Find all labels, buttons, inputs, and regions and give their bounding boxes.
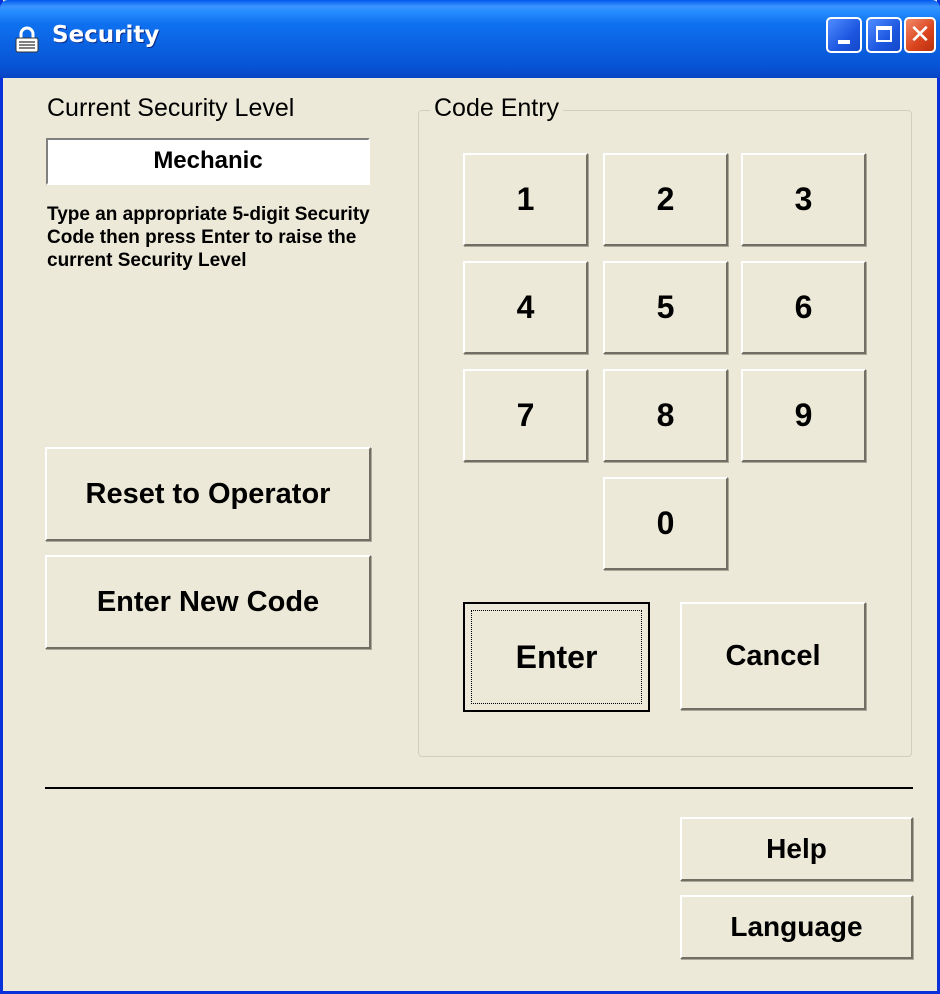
- title-bar[interactable]: Security ✕: [0, 0, 940, 78]
- key-1-button[interactable]: 1: [463, 153, 588, 246]
- focus-rectangle: [471, 610, 642, 704]
- key-5-button[interactable]: 5: [603, 261, 728, 354]
- close-button[interactable]: ✕: [904, 17, 936, 53]
- security-level-value: Mechanic: [46, 138, 370, 185]
- key-4-button[interactable]: 4: [463, 261, 588, 354]
- current-security-level-label: Current Security Level: [47, 94, 295, 122]
- key-8-button[interactable]: 8: [603, 369, 728, 462]
- maximize-icon: [876, 26, 892, 42]
- enter-button[interactable]: Enter: [463, 602, 650, 712]
- key-6-button[interactable]: 6: [741, 261, 866, 354]
- help-button[interactable]: Help: [680, 817, 913, 881]
- lock-icon: [15, 26, 39, 53]
- divider-line: [45, 787, 913, 789]
- cancel-button[interactable]: Cancel: [680, 602, 866, 710]
- window-title: Security: [52, 22, 160, 48]
- key-0-button[interactable]: 0: [603, 477, 728, 570]
- enter-new-code-button[interactable]: Enter New Code: [45, 555, 371, 649]
- minimize-icon: [838, 40, 850, 44]
- key-3-button[interactable]: 3: [741, 153, 866, 246]
- maximize-button[interactable]: [866, 17, 902, 53]
- code-entry-title: Code Entry: [430, 94, 564, 123]
- language-button[interactable]: Language: [680, 895, 913, 959]
- key-9-button[interactable]: 9: [741, 369, 866, 462]
- close-icon: ✕: [909, 20, 931, 50]
- key-7-button[interactable]: 7: [463, 369, 588, 462]
- instructions-text: Type an appropriate 5-digit Security Cod…: [47, 204, 370, 271]
- minimize-button[interactable]: [826, 17, 862, 53]
- key-2-button[interactable]: 2: [603, 153, 728, 246]
- reset-to-operator-button[interactable]: Reset to Operator: [45, 447, 371, 541]
